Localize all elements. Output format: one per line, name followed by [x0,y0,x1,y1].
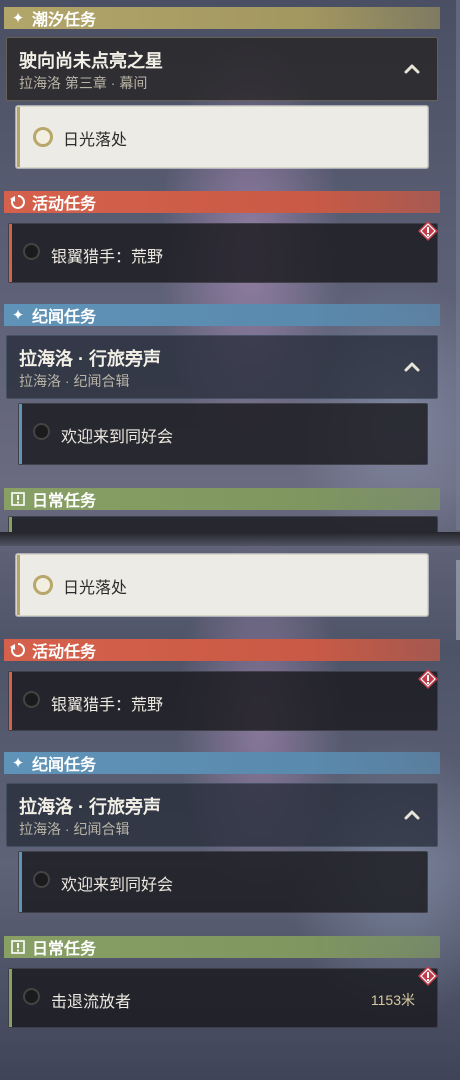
chevron-up-icon[interactable] [403,358,421,376]
warning-diamond-icon [418,966,438,986]
category-event-label: 活动任务 [32,196,97,213]
category-event[interactable]: 活动任务 [4,639,440,661]
chapter-subtitle: 拉海洛 · 纪闻合辑 [19,821,130,837]
quest-item-label: 银翼猎手：荒野 [51,249,164,266]
quest-radio [23,691,40,708]
loop-arrow-icon [8,640,28,660]
quest-item[interactable]: 欢迎来到同好会 [18,851,428,913]
quest-radio [33,871,50,888]
quest-item[interactable]: 欢迎来到同好会 [18,403,428,465]
scrollbar-thumb[interactable] [456,560,460,640]
quest-item-accent [9,672,12,730]
quest-item-accent [9,224,12,282]
quest-item-accent [17,555,20,615]
scrollbar[interactable] [456,0,460,530]
quest-item-label: 日光落处 [63,132,128,149]
quest-item-accent [9,517,12,532]
category-tide-label: 潮汐任务 [32,12,97,29]
category-daily[interactable]: 日常任务 [4,936,440,958]
quest-chapter-header[interactable]: 驶向尚未点亮之星 拉海洛 第三章 · 幕间 [6,37,438,101]
chapter-title: 拉海洛 · 行旅旁声 [19,797,161,817]
quest-radio [33,575,53,595]
chevron-up-icon[interactable] [403,806,421,824]
chapter-title: 驶向尚未点亮之星 [19,51,163,71]
quest-item-label: 欢迎来到同好会 [61,429,174,446]
exclamation-box-icon [8,489,28,509]
loop-arrow-icon [8,192,28,212]
quest-item[interactable]: 银翼猎手：荒野 [8,669,438,731]
quest-radio [23,243,40,260]
warning-diamond-icon [418,669,438,689]
quest-item-label: 欢迎来到同好会 [61,877,174,894]
sparkle-icon: ✦ [11,307,25,324]
quest-radio [33,127,53,147]
quest-list-panel-bottom: 日光落处 活动任务 银翼猎手：荒野 ✦ 纪闻任务 拉海洛 · 行旅旁声 拉海洛 … [0,532,460,1080]
quest-item-selected[interactable]: 日光落处 [16,106,428,168]
quest-radio [23,988,40,1005]
category-event[interactable]: 活动任务 [4,191,440,213]
warning-diamond-icon [418,221,438,241]
chapter-subtitle: 拉海洛 第三章 · 幕间 [19,75,148,91]
chapter-title: 拉海洛 · 行旅旁声 [19,349,161,369]
quest-distance: 1153米 [370,992,415,1008]
category-tide[interactable]: ✦ 潮汐任务 [4,7,440,29]
quest-item-accent [17,107,20,167]
quest-item[interactable]: 银翼猎手：荒野 [8,221,438,283]
quest-item-accent [19,404,22,464]
category-daily-label: 日常任务 [32,493,97,510]
quest-item-label: 日光落处 [63,580,128,597]
quest-chapter-header[interactable]: 拉海洛 · 行旅旁声 拉海洛 · 纪闻合辑 [6,335,438,399]
category-lore[interactable]: ✦ 纪闻任务 [4,752,440,774]
category-lore[interactable]: ✦ 纪闻任务 [4,304,440,326]
quest-item[interactable] [8,516,438,532]
category-daily-label: 日常任务 [32,941,97,958]
sparkle-icon: ✦ [11,10,25,27]
quest-chapter-header[interactable]: 拉海洛 · 行旅旁声 拉海洛 · 纪闻合辑 [6,783,438,847]
category-event-label: 活动任务 [32,644,97,661]
category-daily[interactable]: 日常任务 [4,488,440,510]
chevron-up-icon[interactable] [403,60,421,78]
sparkle-icon: ✦ [11,755,25,772]
chapter-subtitle: 拉海洛 · 纪闻合辑 [19,373,130,389]
category-lore-label: 纪闻任务 [32,309,97,326]
panel-divider [0,532,460,546]
quest-item-selected[interactable]: 日光落处 [16,554,428,616]
category-lore-label: 纪闻任务 [32,757,97,774]
quest-radio [33,423,50,440]
quest-item-label: 银翼猎手：荒野 [51,697,164,714]
quest-item-accent [19,852,22,912]
quest-item-label: 击退流放者 [51,994,132,1011]
exclamation-box-icon [8,937,28,957]
quest-item[interactable]: 击退流放者 1153米 [8,966,438,1028]
quest-item-accent [9,969,12,1027]
quest-list-panel-top: ✦ 潮汐任务 驶向尚未点亮之星 拉海洛 第三章 · 幕间 日光落处 活动任务 银… [0,0,460,532]
